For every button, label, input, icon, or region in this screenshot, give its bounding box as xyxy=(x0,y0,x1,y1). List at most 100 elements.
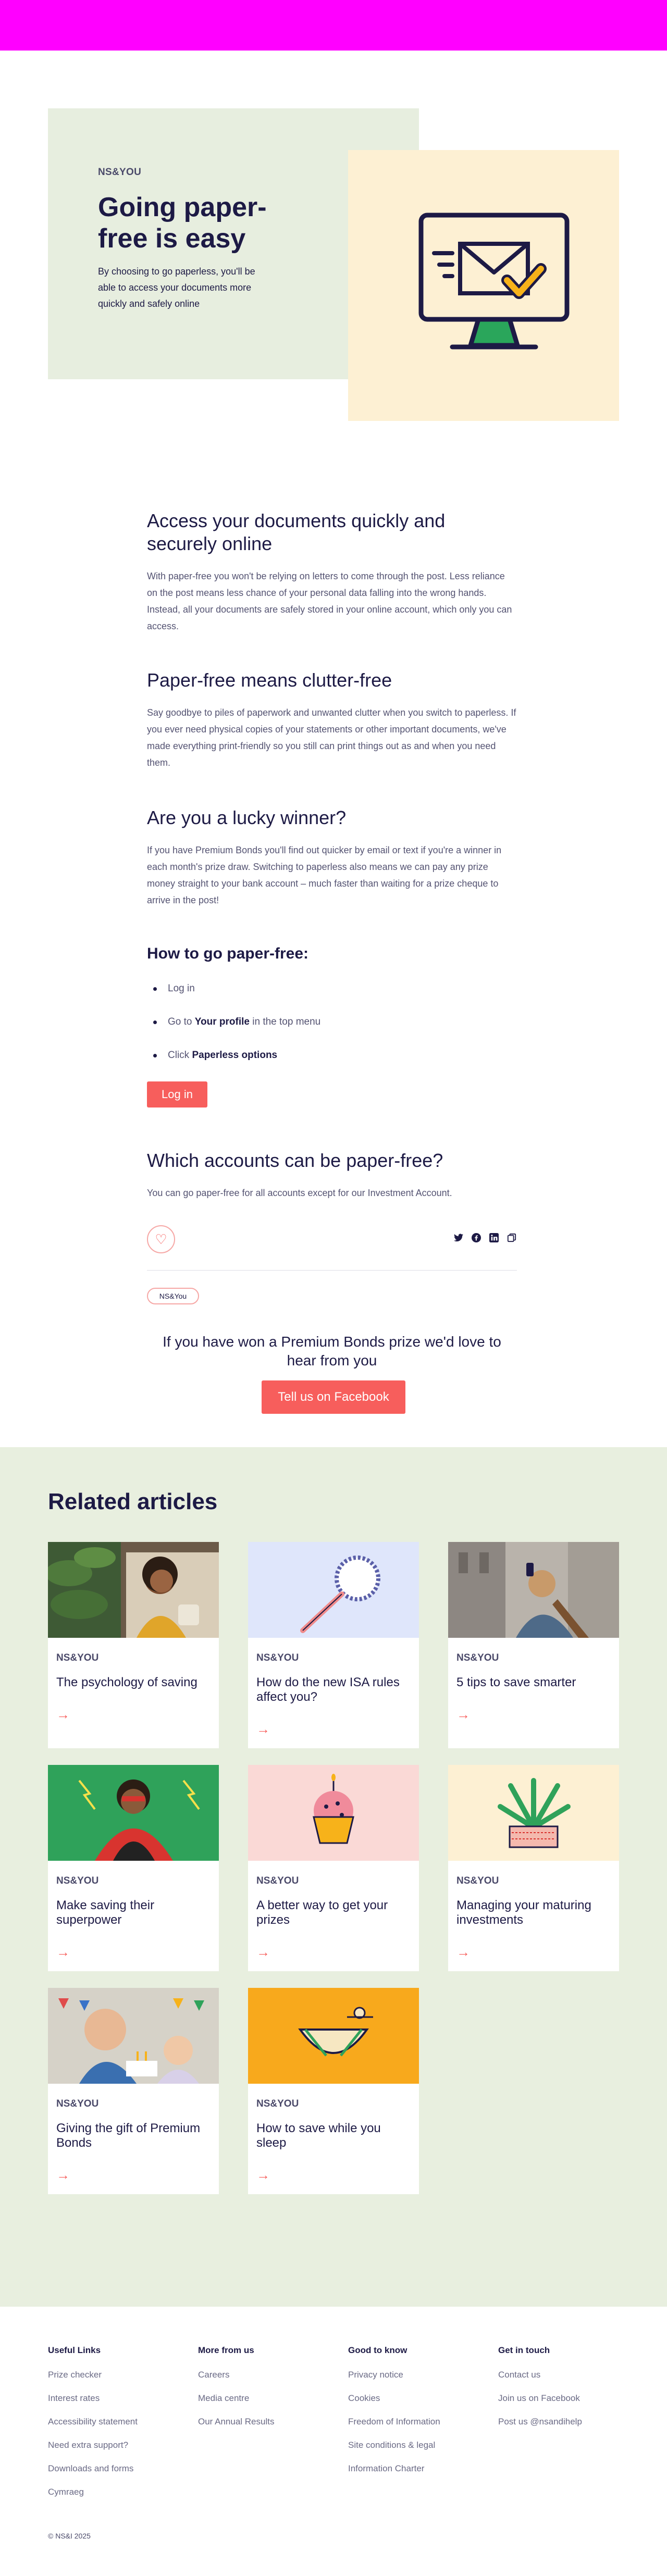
footer-link[interactable]: Join us on Facebook xyxy=(498,2393,634,2416)
footer-link[interactable]: Cookies xyxy=(348,2393,484,2416)
card-title: How to save while you sleep xyxy=(256,2121,381,2150)
card-eyebrow: NS&YOU xyxy=(56,1652,99,1663)
section-title-winner: Are you a lucky winner? xyxy=(147,807,347,828)
footer-link[interactable]: Contact us xyxy=(498,2369,634,2393)
arrow-right-icon[interactable]: → xyxy=(456,1944,470,1960)
card-title: A better way to get your prizes xyxy=(256,1898,388,1927)
article-card[interactable]: NS&YOU Make saving their superpower → xyxy=(48,1765,219,1971)
arrow-right-icon[interactable]: → xyxy=(256,1721,270,1737)
card-title: The psychology of saving xyxy=(56,1675,197,1689)
footer-link[interactable]: Careers xyxy=(198,2369,334,2393)
section-title-access: Access your documents quickly and secure… xyxy=(147,510,446,554)
card-eyebrow: NS&YOU xyxy=(456,1652,499,1663)
hero-eyebrow: NS&YOU xyxy=(98,167,142,178)
article-card[interactable]: NS&YOU Giving the gift of Premium Bonds … xyxy=(48,1988,219,2194)
woman-with-plants-image xyxy=(48,1542,219,1638)
footer-link[interactable]: Interest rates xyxy=(48,2393,183,2416)
twitter-icon[interactable] xyxy=(453,1233,464,1243)
footer-column-useful-links: Useful Links Prize checker Interest rate… xyxy=(48,2345,183,2510)
site-footer: Useful Links Prize checker Interest rate… xyxy=(0,2307,667,2576)
tag-pill[interactable]: NS&You xyxy=(147,1288,199,1304)
hero-description: By choosing to go paperless, you'll be a… xyxy=(98,266,255,309)
section-body-accounts: You can go paper-free for all accounts e… xyxy=(147,1188,452,1198)
arrow-right-icon[interactable]: → xyxy=(56,1944,70,1960)
facebook-icon[interactable] xyxy=(471,1233,481,1243)
hero-illustration xyxy=(348,150,619,421)
footer-link[interactable]: Our Annual Results xyxy=(198,2416,334,2440)
card-image xyxy=(448,1765,619,1861)
divider xyxy=(147,1270,517,1271)
footer-link[interactable]: Accessibility statement xyxy=(48,2416,183,2440)
section-body-access: With paper-free you won't be relying on … xyxy=(147,571,512,631)
article-card[interactable]: NS&YOU How do the new ISA rules affect y… xyxy=(248,1542,419,1748)
section-title-howto: How to go paper-free: xyxy=(147,945,309,962)
footer-link[interactable]: Media centre xyxy=(198,2393,334,2416)
section-title-accounts: Which accounts can be paper-free? xyxy=(147,1150,443,1171)
section-body-winner: If you have Premium Bonds you'll find ou… xyxy=(147,845,502,905)
footer-link[interactable]: Downloads and forms xyxy=(48,2463,183,2486)
steps-list: Log in Go to Your profile in the top men… xyxy=(147,980,517,1080)
footer-column-good-to-know: Good to know Privacy notice Cookies Free… xyxy=(348,2345,484,2486)
arrow-right-icon[interactable]: → xyxy=(56,2167,70,2183)
computer-envelope-icon xyxy=(418,213,570,350)
card-image xyxy=(248,1765,419,1861)
footer-link[interactable]: Need extra support? xyxy=(48,2440,183,2463)
card-eyebrow: NS&YOU xyxy=(256,1652,299,1663)
footer-link[interactable]: Prize checker xyxy=(48,2369,183,2393)
footer-link[interactable]: Site conditions & legal xyxy=(348,2440,484,2463)
related-articles: Related articles NS&YOU The psychology o… xyxy=(0,1447,667,2307)
woman-phone-city-image xyxy=(448,1542,619,1638)
facebook-button[interactable]: Tell us on Facebook xyxy=(262,1380,405,1414)
footer-link[interactable]: Information Charter xyxy=(348,2463,484,2486)
article-card[interactable]: NS&YOU The psychology of saving → xyxy=(48,1542,219,1748)
page-title: Going paper-free is easy xyxy=(98,192,267,254)
section-body-clutter: Say goodbye to piles of paperwork and un… xyxy=(147,707,516,768)
article-card[interactable]: NS&YOU A better way to get your prizes → xyxy=(248,1765,419,1971)
plant-pot-image xyxy=(448,1765,619,1861)
card-image xyxy=(48,1988,219,2084)
step-text: Go to xyxy=(168,1016,195,1027)
card-image xyxy=(448,1542,619,1638)
step-bold: Paperless options xyxy=(192,1050,278,1061)
card-title: How do the new ISA rules affect you? xyxy=(256,1675,400,1704)
arrow-right-icon[interactable]: → xyxy=(256,2167,270,2183)
arrow-right-icon[interactable]: → xyxy=(256,1944,270,1960)
article-card[interactable]: NS&YOU Managing your maturing investment… xyxy=(448,1765,619,1971)
card-eyebrow: NS&YOU xyxy=(56,2098,99,2109)
card-title: Giving the gift of Premium Bonds xyxy=(56,2121,201,2150)
article-card[interactable]: NS&YOU 5 tips to save smarter → xyxy=(448,1542,619,1748)
card-eyebrow: NS&YOU xyxy=(256,2098,299,2109)
footer-link[interactable]: Cymraeg xyxy=(48,2486,183,2510)
list-item: Click Paperless options xyxy=(147,1047,517,1080)
card-image xyxy=(48,1542,219,1638)
card-image xyxy=(48,1765,219,1861)
cupcake-image xyxy=(248,1765,419,1861)
list-item: Log in xyxy=(147,980,517,1014)
card-title: Managing your maturing investments xyxy=(456,1898,591,1927)
share-row: ♡ xyxy=(147,1225,517,1256)
heart-icon[interactable]: ♡ xyxy=(147,1225,175,1253)
related-title: Related articles xyxy=(48,1489,218,1514)
footer-link[interactable]: Freedom of Information xyxy=(348,2416,484,2440)
footer-link[interactable]: Privacy notice xyxy=(348,2369,484,2393)
arrow-right-icon[interactable]: → xyxy=(56,1707,70,1723)
login-button[interactable]: Log in xyxy=(147,1081,207,1107)
card-image xyxy=(248,1542,419,1638)
card-title: 5 tips to save smarter xyxy=(456,1675,576,1689)
section-title-clutter: Paper-free means clutter-free xyxy=(147,669,392,691)
card-image xyxy=(248,1988,419,2084)
step-text: Log in xyxy=(168,983,195,994)
footer-column-get-in-touch: Get in touch Contact us Join us on Faceb… xyxy=(498,2345,634,2440)
footer-heading: Get in touch xyxy=(498,2345,550,2355)
footer-link[interactable]: Post us @nsandihelp xyxy=(498,2416,634,2440)
arrow-right-icon[interactable]: → xyxy=(456,1707,470,1723)
linkedin-icon[interactable] xyxy=(489,1233,499,1243)
card-eyebrow: NS&YOU xyxy=(456,1875,499,1886)
copy-link-icon[interactable] xyxy=(507,1233,517,1243)
article-card[interactable]: NS&YOU How to save while you sleep → xyxy=(248,1988,419,2194)
step-text: Click xyxy=(168,1050,192,1061)
step-bold: Your profile xyxy=(194,1016,250,1027)
sleeping-bowl-image xyxy=(248,1988,419,2084)
facebook-prompt: If you have won a Premium Bonds prize we… xyxy=(163,1334,501,1368)
footer-heading: Useful Links xyxy=(48,2345,101,2355)
